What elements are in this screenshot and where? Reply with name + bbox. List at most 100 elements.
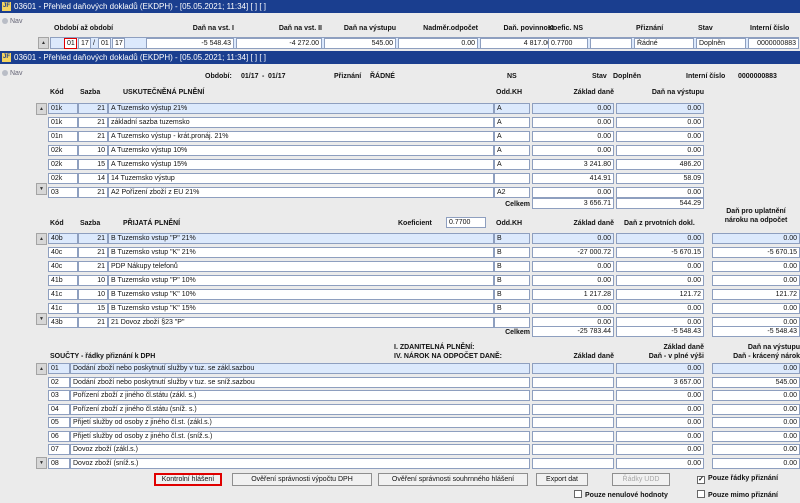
- souc-cell-kod[interactable]: 08: [48, 457, 70, 469]
- uskut-cell-nazev[interactable]: A Tuzemsko výstup 15%: [108, 159, 494, 170]
- prij-cell-oddkh[interactable]: B: [494, 275, 530, 286]
- uskut-cell-nazev[interactable]: základní sazba tuzemsko: [108, 117, 494, 128]
- uskut-cell-nazev[interactable]: A Tuzemsko výstup 10%: [108, 145, 494, 156]
- prij-cell-oddkh[interactable]: B: [494, 261, 530, 272]
- prij-cell-nazev[interactable]: B Tuzemsko vstup "K" 15%: [108, 303, 494, 314]
- uskut-scroll-up[interactable]: ▲: [36, 103, 47, 115]
- uskut-cell-sazba[interactable]: 21: [78, 103, 108, 114]
- prij-cell-zaklad[interactable]: 0.00: [532, 275, 614, 286]
- prij-cell-kod[interactable]: 40c: [48, 261, 78, 272]
- souc-cell-dan-plna[interactable]: 3 657.00: [616, 376, 704, 388]
- souc-cell-nazev[interactable]: Pořízení zboží z jiného čl.státu (zákl. …: [70, 390, 530, 401]
- prij-koef-field[interactable]: 0.7700: [446, 217, 486, 228]
- uskut-cell-kod[interactable]: 01n: [48, 131, 78, 142]
- souc-cell-zaklad[interactable]: [532, 457, 614, 469]
- prij-cell-nazev[interactable]: B Tuzemsko vstup "P" 10%: [108, 275, 494, 286]
- ov-od-month-input[interactable]: 01: [64, 38, 77, 49]
- uskut-cell-nazev[interactable]: A Tuzemsko výstup - krát.pronáj. 21%: [108, 131, 494, 142]
- prij-cell-nazev[interactable]: B Tuzemsko vstup "K" 10%: [108, 289, 494, 300]
- prij-cell-sazba[interactable]: 21: [78, 233, 108, 244]
- souc-cell-nazev[interactable]: Přijetí služby od osoby z jiného čl.st. …: [70, 417, 530, 428]
- prij-cell-dan2[interactable]: 0.00: [712, 275, 800, 286]
- uskut-cell-oddkh[interactable]: A: [494, 159, 530, 170]
- souc-cell-dan-plna[interactable]: 0.00: [616, 444, 704, 455]
- souc-cell-kod[interactable]: 04: [48, 403, 70, 415]
- overeni-souhrn-button[interactable]: Ověření správnosti souhrnného hlášení: [378, 473, 528, 486]
- prij-cell-sazba[interactable]: 10: [78, 275, 108, 286]
- souc-cell-kod[interactable]: 01: [48, 363, 70, 374]
- prij-cell-kod[interactable]: 43b: [48, 317, 78, 328]
- uskut-cell-oddkh[interactable]: A: [494, 131, 530, 142]
- prij-cell-sazba[interactable]: 21: [78, 247, 108, 258]
- ov-od-year-input[interactable]: 17: [78, 38, 91, 49]
- overeni-dph-button[interactable]: Ověření správnosti výpočtu DPH: [232, 473, 372, 486]
- back-window-titlebar[interactable]: JF 03601 - Přehled daňových dokladů (EKD…: [0, 0, 800, 13]
- prij-cell-oddkh[interactable]: [494, 317, 530, 328]
- pouze-radky-checkbox[interactable]: ✓ Pouze řádky přiznání: [697, 474, 778, 484]
- souc-scroll-up[interactable]: ▲: [36, 363, 47, 375]
- uskut-cell-sazba[interactable]: 14: [78, 173, 108, 184]
- souc-cell-nazev[interactable]: Pořízení zboží z jiného čl.státu (sníž. …: [70, 403, 530, 415]
- ov-prizn-field[interactable]: Řádné: [634, 38, 694, 49]
- souc-cell-nazev[interactable]: Dodání zboží nebo poskytnutí služby v tu…: [70, 376, 530, 388]
- uskut-cell-zaklad[interactable]: 0.00: [532, 131, 614, 142]
- ov-dan-vst2-field[interactable]: -4 272.00: [236, 38, 322, 49]
- ov-interni-field[interactable]: 0000000883: [748, 38, 799, 49]
- uskut-cell-oddkh[interactable]: A: [494, 103, 530, 114]
- souc-cell-kod[interactable]: 05: [48, 417, 70, 428]
- souc-cell-dan-kraceny[interactable]: 545.00: [712, 376, 800, 388]
- prij-cell-dan2[interactable]: -5 670.15: [712, 247, 800, 258]
- uskut-cell-oddkh[interactable]: A2: [494, 187, 530, 198]
- souc-cell-zaklad[interactable]: [532, 417, 614, 428]
- prij-cell-zaklad[interactable]: 1 217.28: [532, 289, 614, 300]
- prij-cell-sazba[interactable]: 15: [78, 303, 108, 314]
- uskut-cell-nazev[interactable]: A2 Pořízení zboží z EU 21%: [108, 187, 494, 198]
- uskut-cell-nazev[interactable]: 14 Tuzemsko výstup: [108, 173, 494, 184]
- prij-cell-dan1[interactable]: 121.72: [616, 289, 704, 300]
- prij-scroll-down[interactable]: ▼: [36, 313, 47, 325]
- souc-cell-nazev[interactable]: Dodání zboží nebo poskytnutí služby v tu…: [70, 363, 530, 374]
- ov-do-year-input[interactable]: 17: [112, 38, 125, 49]
- souc-cell-nazev[interactable]: Dovoz zboží (zákl.s.): [70, 444, 530, 455]
- prij-cell-zaklad[interactable]: 0.00: [532, 261, 614, 272]
- prij-cell-kod[interactable]: 40b: [48, 233, 78, 244]
- ov-do-month-input[interactable]: 01: [98, 38, 111, 49]
- prij-cell-dan1[interactable]: 0.00: [616, 261, 704, 272]
- souc-cell-zaklad[interactable]: [532, 430, 614, 442]
- prij-cell-kod[interactable]: 41c: [48, 289, 78, 300]
- prij-cell-sazba[interactable]: 21: [78, 261, 108, 272]
- souc-cell-dan-kraceny[interactable]: 0.00: [712, 457, 800, 469]
- uskut-cell-kod[interactable]: 02k: [48, 159, 78, 170]
- prij-scroll-up[interactable]: ▲: [36, 233, 47, 245]
- souc-cell-dan-kraceny[interactable]: 0.00: [712, 403, 800, 415]
- pouze-mimo-checkbox[interactable]: Pouze mimo přiznání: [697, 490, 778, 500]
- souc-cell-dan-kraceny[interactable]: 0.00: [712, 417, 800, 428]
- souc-cell-kod[interactable]: 07: [48, 444, 70, 455]
- ov-koef-field[interactable]: 0.7700: [548, 38, 588, 49]
- prij-cell-dan1[interactable]: 0.00: [616, 233, 704, 244]
- souc-cell-nazev[interactable]: Přijetí služby od osoby z jiného čl.st. …: [70, 430, 530, 442]
- prij-cell-kod[interactable]: 41c: [48, 303, 78, 314]
- prij-cell-kod[interactable]: 40c: [48, 247, 78, 258]
- nav-button[interactable]: Nav: [2, 70, 22, 77]
- ov-ns-field[interactable]: [590, 38, 632, 49]
- prij-cell-dan2[interactable]: 0.00: [712, 233, 800, 244]
- souc-cell-dan-plna[interactable]: 0.00: [616, 390, 704, 401]
- front-window-titlebar[interactable]: JF 03601 - Přehled daňových dokladů (EKD…: [0, 51, 800, 64]
- souc-cell-zaklad[interactable]: [532, 390, 614, 401]
- uskut-cell-kod[interactable]: 01k: [48, 117, 78, 128]
- prij-cell-sazba[interactable]: 21: [78, 317, 108, 328]
- uskut-cell-kod[interactable]: 01k: [48, 103, 78, 114]
- souc-cell-kod[interactable]: 02: [48, 376, 70, 388]
- ov-stav-field[interactable]: Doplněn: [696, 38, 746, 49]
- prij-cell-nazev[interactable]: B Tuzemsko vstup "K" 21%: [108, 247, 494, 258]
- uskut-cell-sazba[interactable]: 10: [78, 145, 108, 156]
- radky-udd-button[interactable]: Řádky UDD: [612, 473, 670, 486]
- uskut-cell-zaklad[interactable]: 0.00: [532, 103, 614, 114]
- souc-cell-dan-kraceny[interactable]: 0.00: [712, 444, 800, 455]
- uskut-cell-zaklad[interactable]: 0.00: [532, 117, 614, 128]
- uskut-cell-kod[interactable]: 02k: [48, 173, 78, 184]
- export-dat-button[interactable]: Export dat: [536, 473, 588, 486]
- souc-cell-dan-kraceny[interactable]: 0.00: [712, 430, 800, 442]
- souc-cell-dan-plna[interactable]: 0.00: [616, 430, 704, 442]
